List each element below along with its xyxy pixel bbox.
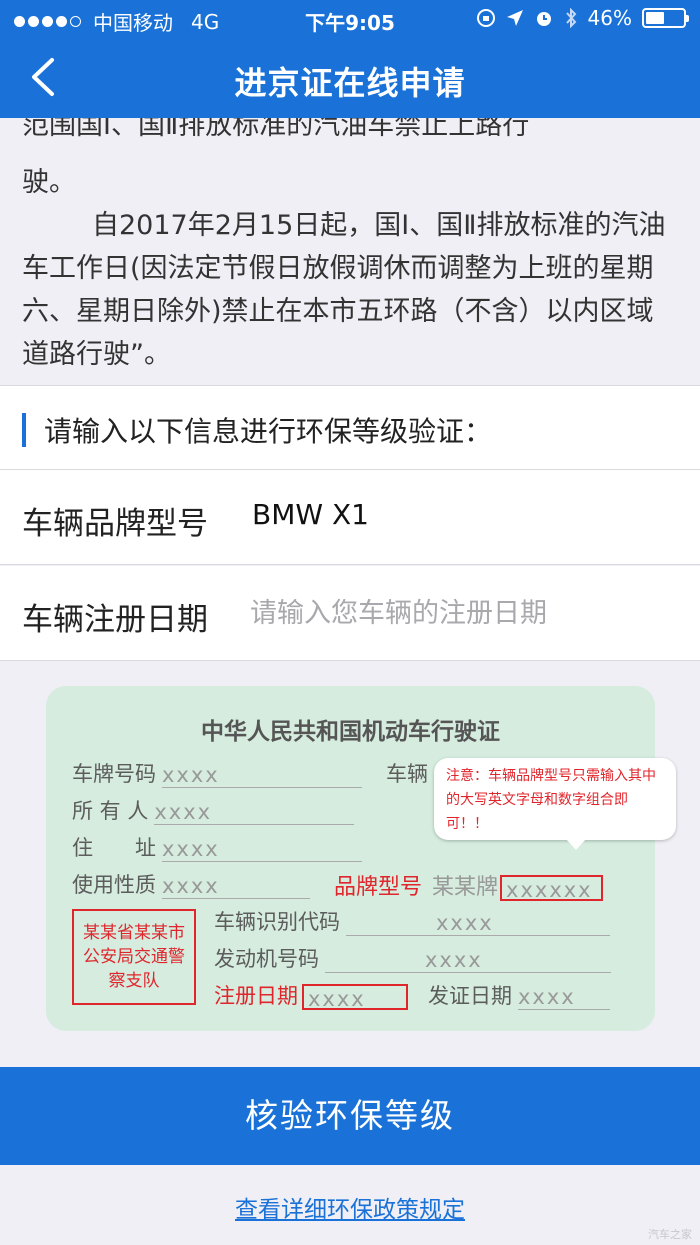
status-bar: 中国移动 4G 下午9:05 46%: [0, 0, 700, 40]
brand-tip-callout: 注意：车辆品牌型号只需输入其中的大写英文字母和数字组合即可！！: [434, 758, 676, 850]
card-address-value: xxxx: [162, 836, 362, 862]
card-vin-field: 车辆识别代码 xxxx: [214, 906, 610, 936]
card-address-field: 住 址 xxxx: [72, 832, 362, 862]
card-brand-value: xxxxxx: [500, 875, 603, 902]
card-issue-date-value: xxxx: [518, 984, 610, 1010]
card-plate-value: xxxx: [162, 762, 362, 788]
watermark: 汽车之家: [648, 1228, 692, 1241]
card-title: 中华人民共和国机动车行驶证: [201, 719, 500, 745]
location-icon: [506, 10, 523, 26]
card-engine-field: 发动机号码 xxxx: [214, 943, 611, 973]
card-plate-field: 车牌号码 xxxx: [72, 758, 362, 788]
section-accent-bar: [22, 413, 26, 447]
card-owner-label: 所 有 人: [72, 799, 149, 823]
alarm-icon: [536, 12, 551, 26]
card-usage-value: xxxx: [162, 873, 310, 899]
card-usage-field: 使用性质 xxxx: [72, 869, 310, 899]
policy-notice: 范围国Ⅰ、国Ⅱ排放标准的汽油车禁止上路行 驶。 自2017年2月15日起，国Ⅰ、…: [0, 118, 700, 384]
verification-section-header: 请输入以下信息进行环保等级验证：: [0, 385, 700, 470]
card-usage-label: 使用性质: [72, 873, 156, 897]
card-vin-label: 车辆识别代码: [214, 910, 340, 934]
reg-date-label: 车辆注册日期: [22, 602, 208, 638]
brand-label: 车辆品牌型号: [22, 506, 208, 542]
rotation-lock-icon: [476, 9, 495, 27]
card-issue-date-field: 发证日期 xxxx: [428, 980, 610, 1010]
card-owner-field: 所 有 人 xxxx: [72, 795, 355, 825]
battery-percent: 46%: [587, 6, 632, 30]
battery-icon: [642, 8, 689, 28]
status-icons: 46%: [476, 6, 689, 30]
card-plate-label: 车牌号码: [72, 762, 156, 786]
card-reg-date-field: 注册日期 xxxx: [214, 980, 408, 1011]
card-owner-value: xxxx: [154, 799, 355, 825]
policy-details-link[interactable]: 查看详细环保政策规定: [0, 1190, 700, 1224]
card-brand-label: 品牌型号: [334, 875, 423, 900]
reg-date-row[interactable]: 车辆注册日期: [0, 566, 700, 661]
brand-input[interactable]: BMW X1: [252, 498, 369, 531]
section-title: 请输入以下信息进行环保等级验证：: [44, 415, 493, 448]
card-engine-label: 发动机号码: [214, 947, 319, 971]
notice-line-end: 驶。: [22, 167, 76, 198]
police-stamp: 某某省某某市公安局交通警察支队: [72, 909, 196, 1005]
bluetooth-icon: [565, 8, 576, 28]
card-reg-date-label: 注册日期: [214, 984, 298, 1008]
card-engine-value: xxxx: [325, 947, 611, 973]
card-brand-prefix: 某某牌: [432, 875, 499, 900]
card-vehicle-label: 车辆: [386, 762, 428, 786]
nav-bar: 进京证在线申请: [0, 40, 700, 118]
card-reg-date-value: xxxx: [302, 984, 408, 1011]
verify-button[interactable]: 核验环保等级: [0, 1067, 700, 1165]
card-vin-value: xxxx: [346, 910, 610, 936]
reg-date-input[interactable]: [250, 588, 670, 638]
card-address-label: 住 址: [72, 836, 156, 860]
card-vehicle-field: 车辆: [386, 758, 428, 788]
notice-paragraph: 自2017年2月15日起，国Ⅰ、国Ⅱ排放标准的汽油车工作日(因法定节假日放假调休…: [22, 210, 666, 370]
notice-clipped-line: 范围国Ⅰ、国Ⅱ排放标准的汽油车禁止上路行: [22, 118, 530, 141]
card-issue-date-label: 发证日期: [428, 984, 512, 1008]
license-sample-card: 中华人民共和国机动车行驶证 车牌号码 xxxx 车辆 所 有 人 xxxx 住 …: [46, 686, 676, 1031]
page-title: 进京证在线申请: [234, 64, 466, 102]
brand-row[interactable]: 车辆品牌型号 BMW X1: [0, 470, 700, 565]
card-brand-field: 品牌型号 某某牌 xxxxxx: [334, 869, 603, 902]
